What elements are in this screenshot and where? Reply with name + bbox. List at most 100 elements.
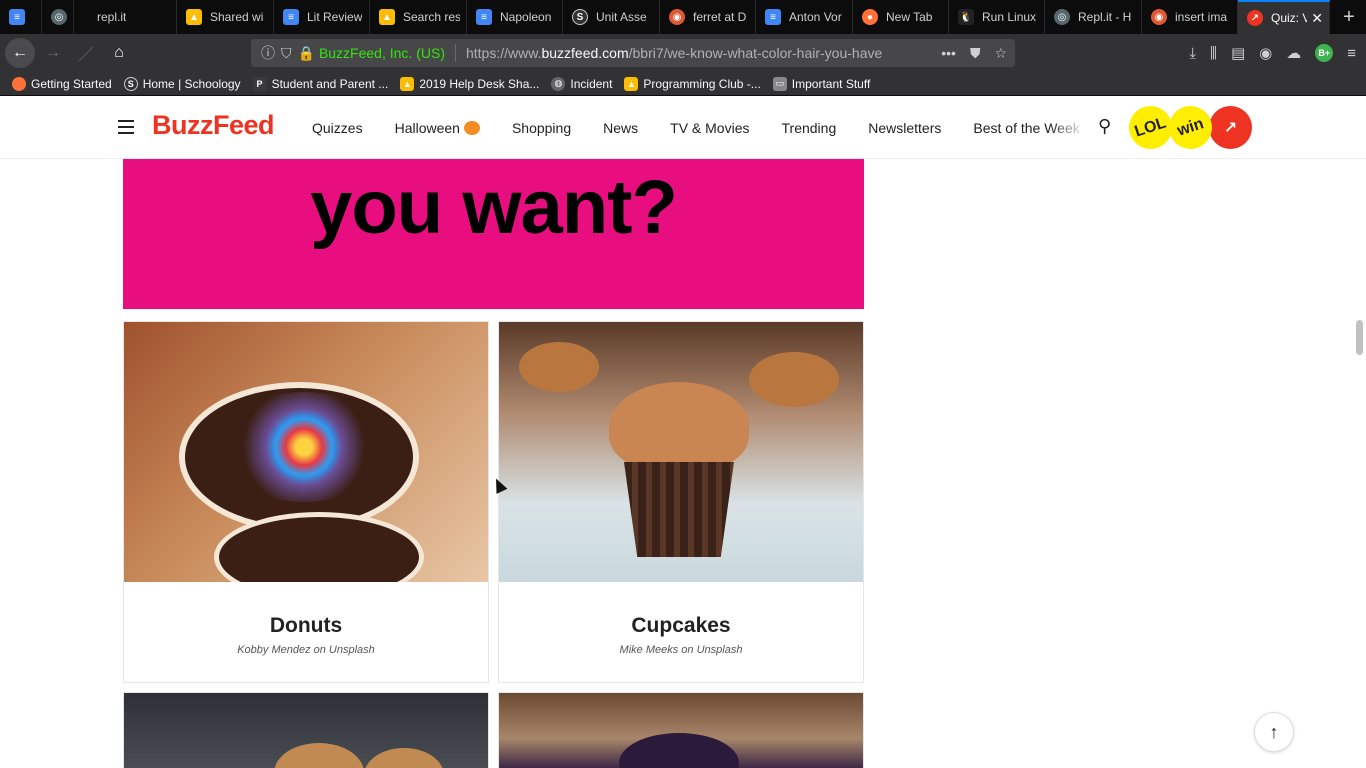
tab-label: insert ima <box>1175 10 1228 24</box>
site-identity[interactable]: 🔒 BuzzFeed, Inc. (US) <box>298 45 445 62</box>
win-badge[interactable]: win <box>1163 100 1218 155</box>
nav-quizzes[interactable]: Quizzes <box>312 120 363 136</box>
menu-icon[interactable]: ≡ <box>1347 45 1356 62</box>
tab-lit-review[interactable]: ≡ Lit Review <box>274 0 370 34</box>
pocket-icon[interactable]: ⛊ <box>970 45 981 62</box>
bookmark-label: 2019 Help Desk Sha... <box>419 76 540 91</box>
nav-news[interactable]: News <box>603 120 638 136</box>
tab-label: Anton Vor <box>789 10 842 24</box>
trending-arrow-icon[interactable]: ↗ <box>1209 106 1252 149</box>
url-path: /bbri7/we-know-what-color-hair-you-have <box>628 45 883 61</box>
home-button[interactable]: ⌂ <box>104 38 134 68</box>
tab-google-docs-1[interactable]: ≡ <box>0 0 42 34</box>
tab-label: New Tab <box>886 10 933 24</box>
new-tab-button[interactable]: + <box>1332 0 1366 34</box>
nav-trending[interactable]: Trending <box>782 120 837 136</box>
answer-card-cupcakes[interactable]: Cupcakes Mike Meeks on Unsplash <box>498 321 864 683</box>
search-icon[interactable]: ⚲ <box>1098 116 1111 137</box>
tab-quiz-active[interactable]: ↗ Quiz: V ✕ <box>1238 0 1330 34</box>
arrow-up-icon: ↑ <box>1269 721 1279 742</box>
schoology-icon: S <box>572 9 588 25</box>
nav-newsletters[interactable]: Newsletters <box>868 120 941 136</box>
tab-label: repl.it <box>97 10 127 24</box>
tab-replit[interactable]: repl.it <box>74 0 177 34</box>
tab-replit-home[interactable]: ◎ Repl.it - H <box>1045 0 1142 34</box>
tab-label: Shared wi <box>210 10 264 24</box>
url-separator <box>454 44 456 62</box>
tab-napoleon[interactable]: ≡ Napoleon <box>467 0 563 34</box>
nav-tv-movies[interactable]: TV & Movies <box>670 120 749 136</box>
google-docs-icon: ≡ <box>476 9 492 25</box>
tracking-shield-icon[interactable]: ⛉ <box>281 45 292 62</box>
answer-card-pie[interactable] <box>498 692 864 768</box>
forward-button[interactable]: → <box>38 38 68 68</box>
close-tab-icon[interactable]: ✕ <box>1307 10 1323 27</box>
tab-search-results[interactable]: ▲ Search res <box>370 0 467 34</box>
nav-shopping[interactable]: Shopping <box>512 120 571 136</box>
back-button[interactable]: ← <box>5 38 35 68</box>
bookmark-programming-club[interactable]: ▲ Programming Club -... <box>624 76 761 91</box>
buzzfeed-icon: ↗ <box>1247 10 1263 26</box>
google-drive-icon: ▲ <box>624 76 639 91</box>
stop-button[interactable]: ／ <box>71 38 101 68</box>
page-scrollbar[interactable] <box>1356 320 1363 355</box>
answer-card-cookies[interactable] <box>123 692 489 768</box>
tab-shared-with-me[interactable]: ▲ Shared wi <box>177 0 274 34</box>
pumpkin-icon <box>463 120 480 135</box>
bookmark-star-icon[interactable]: ☆ <box>994 45 1007 62</box>
linux-icon: 🐧 <box>958 9 974 25</box>
page-actions-icon[interactable]: ••• <box>941 45 956 62</box>
google-docs-icon: ≡ <box>765 9 781 25</box>
bookmark-important-stuff[interactable]: ▭ Important Stuff <box>772 76 871 91</box>
google-drive-icon: ▲ <box>186 9 202 25</box>
bookmark-label: Programming Club -... <box>643 76 761 91</box>
bookmark-label: Important Stuff <box>791 76 871 91</box>
nav-halloween-label: Halloween <box>394 119 460 136</box>
answer-card-donuts[interactable]: Donuts Kobby Mendez on Unsplash <box>123 321 489 683</box>
replit-icon: ◎ <box>51 9 67 25</box>
tab-run-linux[interactable]: 🐧 Run Linux <box>949 0 1045 34</box>
google-drive-icon: ▲ <box>400 76 415 91</box>
tab-replit-pinned[interactable]: ◎ <box>42 0 74 34</box>
bookmark-help-desk[interactable]: ▲ 2019 Help Desk Sha... <box>400 76 540 91</box>
downloads-icon[interactable]: ⤓ <box>1189 45 1196 62</box>
tab-unit-assessment[interactable]: S Unit Asse <box>563 0 660 34</box>
photo-credit: Kobby Mendez on Unsplash <box>237 644 375 656</box>
bookmark-student-parent[interactable]: P Student and Parent ... <box>252 76 388 91</box>
profile-badge[interactable]: B+ <box>1315 44 1334 62</box>
tab-anton[interactable]: ≡ Anton Vor <box>756 0 853 34</box>
sidebar-icon[interactable]: ▤ <box>1231 44 1245 62</box>
bookmark-schoology[interactable]: S Home | Schoology <box>123 76 241 91</box>
schoology-icon: S <box>123 76 138 91</box>
back-to-top-button[interactable]: ↑ <box>1254 712 1294 752</box>
nav-halloween[interactable]: Halloween <box>395 120 480 136</box>
info-icon[interactable]: ⓘ <box>261 43 275 63</box>
duckduckgo-icon: ◉ <box>669 9 685 25</box>
site-header: BuzzFeed Quizzes Halloween Shopping News… <box>0 96 1366 159</box>
donuts-image <box>124 322 488 582</box>
account-icon[interactable]: ◉ <box>1259 44 1272 62</box>
firefox-icon: ● <box>862 9 878 25</box>
tab-insert-image[interactable]: ◉ insert ima <box>1142 0 1238 34</box>
navigation-toolbar: ← → ／ ⌂ ⓘ ⛉ 🔒 BuzzFeed, Inc. (US) https:… <box>0 34 1366 72</box>
powerschool-icon: P <box>252 76 267 91</box>
url-bar[interactable]: ⓘ ⛉ 🔒 BuzzFeed, Inc. (US) https://www.bu… <box>251 39 1015 67</box>
url-text[interactable]: https://www.buzzfeed.com/bbri7/we-know-w… <box>466 45 906 61</box>
site-identity-label: BuzzFeed, Inc. (US) <box>318 45 445 61</box>
hamburger-menu-icon[interactable] <box>118 120 134 134</box>
cupcakes-image <box>499 322 863 582</box>
bookmark-incident[interactable]: ◍ Incident <box>551 76 612 91</box>
extension-icon[interactable]: ☁ <box>1286 44 1301 62</box>
tab-label: Search res <box>403 10 460 24</box>
tab-ferret[interactable]: ◉ ferret at D <box>660 0 756 34</box>
tab-label: Lit Review <box>307 10 363 24</box>
bookmark-getting-started[interactable]: Getting Started <box>12 76 112 91</box>
google-drive-icon: ▲ <box>379 9 395 25</box>
google-docs-icon: ≡ <box>9 9 25 25</box>
pie-image <box>499 693 863 768</box>
tab-new-tab[interactable]: ● New Tab <box>853 0 949 34</box>
library-icon[interactable]: ⫼ <box>1210 45 1217 62</box>
cookies-image <box>124 693 488 768</box>
buzzfeed-logo[interactable]: BuzzFeed <box>152 110 275 141</box>
firefox-icon <box>12 76 26 91</box>
